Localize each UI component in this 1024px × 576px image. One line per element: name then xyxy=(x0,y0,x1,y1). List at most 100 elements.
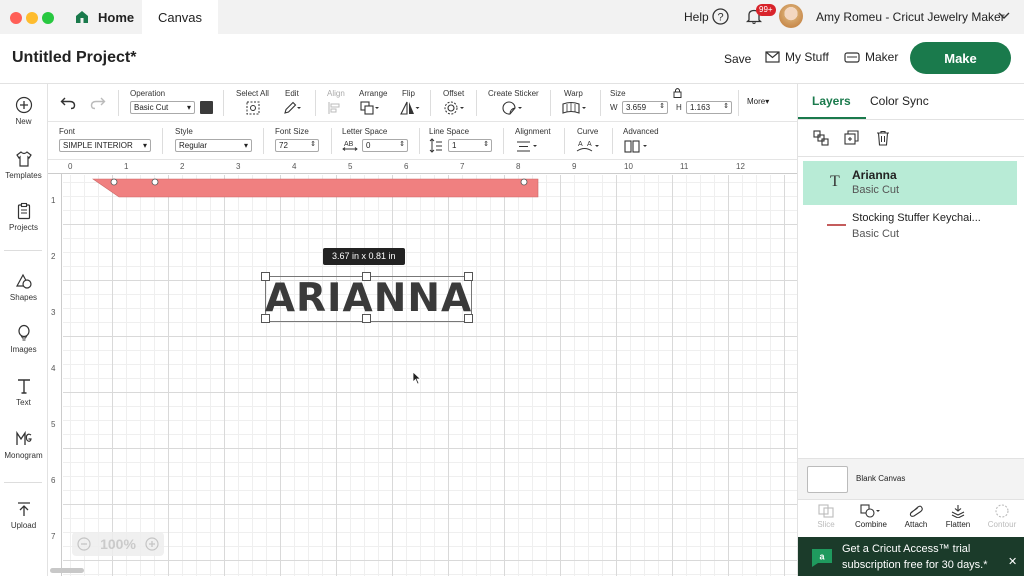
sidebar-item-label: Monogram xyxy=(4,451,43,460)
toolbar-divider xyxy=(162,128,163,154)
toolbar-divider xyxy=(118,90,119,116)
resize-handle[interactable] xyxy=(362,314,371,323)
ruler-number: 0 xyxy=(68,162,73,171)
design-canvas[interactable]: 0 1 2 3 4 5 6 7 8 9 10 11 12 1 2 3 4 5 6… xyxy=(48,160,797,576)
chevron-down-icon[interactable] xyxy=(998,12,1010,20)
line-space-label: Line Space xyxy=(429,127,470,136)
zoom-out-icon[interactable] xyxy=(77,537,91,551)
sidebar-item-new[interactable]: New xyxy=(0,96,47,126)
stepper-icon[interactable]: ⇕ xyxy=(310,140,316,148)
sidebar-item-label: Upload xyxy=(10,521,37,530)
sidebar-item-text[interactable]: Text xyxy=(0,377,47,407)
tab-home[interactable]: Home xyxy=(74,0,140,34)
sidebar-item-upload[interactable]: Upload xyxy=(0,500,47,530)
sidebar-divider xyxy=(4,250,42,251)
tab-canvas[interactable]: Canvas xyxy=(142,0,218,34)
sidebar-item-label: Shapes xyxy=(9,293,38,302)
more-button[interactable]: More▾ xyxy=(747,97,769,106)
mail-icon xyxy=(765,51,780,63)
redo-icon[interactable] xyxy=(90,96,106,110)
sidebar-item-images[interactable]: Images xyxy=(0,324,47,354)
slice-button[interactable]: Slice xyxy=(812,504,840,529)
my-stuff-button[interactable]: My Stuff xyxy=(765,50,829,64)
ruler-number: 12 xyxy=(736,162,745,171)
select-all-icon[interactable] xyxy=(246,101,260,115)
font-select[interactable]: SIMPLE INTERIOR ▾ xyxy=(59,139,151,152)
undo-icon[interactable] xyxy=(60,96,76,110)
selection-box[interactable]: ARIANNA xyxy=(261,272,473,323)
contour-button[interactable]: Contour xyxy=(985,504,1019,529)
trash-icon[interactable] xyxy=(875,130,891,146)
clipboard-icon xyxy=(17,202,30,220)
project-title[interactable]: Untitled Project* xyxy=(12,49,136,67)
svg-text:A: A xyxy=(587,141,592,148)
sidebar-item-shapes[interactable]: Shapes xyxy=(0,272,47,302)
resize-handle[interactable] xyxy=(261,272,270,281)
horizontal-scrollbar[interactable] xyxy=(50,568,84,573)
help-link[interactable]: Help xyxy=(684,10,709,24)
letter-space-icon: AB xyxy=(342,141,358,151)
color-swatch[interactable] xyxy=(200,101,213,114)
operation-select[interactable]: Basic Cut ▾ xyxy=(130,101,195,114)
blank-canvas-row[interactable]: Blank Canvas xyxy=(798,458,1024,499)
width-input[interactable]: 3.659 ⇕ xyxy=(622,101,668,114)
height-input[interactable]: 1.163 ⇕ xyxy=(686,101,732,114)
toolbar-divider xyxy=(564,128,565,154)
resize-handle[interactable] xyxy=(261,314,270,323)
flatten-button[interactable]: Flatten xyxy=(942,504,974,529)
layer-item-arianna[interactable]: T Arianna Basic Cut xyxy=(803,161,1017,205)
pencil-icon[interactable] xyxy=(283,101,301,115)
canvas-grid[interactable] xyxy=(63,175,797,576)
tab-layers[interactable]: Layers xyxy=(812,94,851,108)
group-icon[interactable] xyxy=(813,130,829,146)
arrange-icon[interactable] xyxy=(360,101,380,115)
layer-item-keychain[interactable]: Stocking Stuffer Keychai... Basic Cut xyxy=(803,207,1017,251)
keychain-banner-shape[interactable] xyxy=(92,177,540,199)
cricut-access-banner[interactable]: a Get a Cricut Access™ trial subscriptio… xyxy=(798,537,1024,576)
advanced-label: Advanced xyxy=(623,127,659,136)
duplicate-icon[interactable] xyxy=(844,130,860,146)
stepper-icon[interactable]: ⇕ xyxy=(659,102,665,110)
sidebar-item-monogram[interactable]: Monogram xyxy=(0,430,47,460)
attach-button[interactable]: Attach xyxy=(901,504,931,529)
curve-icon[interactable]: A A xyxy=(576,139,602,153)
stepper-icon[interactable]: ⇕ xyxy=(483,140,489,148)
warp-icon[interactable] xyxy=(562,101,588,115)
sidebar-item-templates[interactable]: Templates xyxy=(0,150,47,180)
user-name[interactable]: Amy Romeu - Cricut Jewelry Maker xyxy=(816,10,1005,24)
letter-space-input[interactable]: 0 ⇕ xyxy=(362,139,408,152)
maximize-window-button[interactable] xyxy=(42,12,54,24)
tab-color-sync[interactable]: Color Sync xyxy=(870,94,929,108)
lock-icon[interactable] xyxy=(673,87,682,98)
combine-button[interactable]: Combine xyxy=(853,504,889,529)
avatar[interactable] xyxy=(779,4,803,28)
zoom-in-icon[interactable] xyxy=(145,537,159,551)
flip-icon[interactable] xyxy=(400,101,420,115)
close-window-button[interactable] xyxy=(10,12,22,24)
line-space-input[interactable]: 1 ⇕ xyxy=(448,139,492,152)
help-icon[interactable]: ? xyxy=(712,8,729,25)
advanced-icon[interactable] xyxy=(624,140,650,153)
font-size-label: Font Size xyxy=(275,127,309,136)
stepper-icon[interactable]: ⇕ xyxy=(399,140,405,148)
canvas-color-swatch[interactable] xyxy=(807,466,848,493)
text-align-icon[interactable] xyxy=(516,140,540,153)
ruler-number: 9 xyxy=(572,162,577,171)
stepper-icon[interactable]: ⇕ xyxy=(723,102,729,110)
close-icon[interactable]: ✕ xyxy=(1008,555,1017,568)
resize-handle[interactable] xyxy=(464,314,473,323)
save-button[interactable]: Save xyxy=(724,52,751,66)
align-icon[interactable] xyxy=(328,101,346,115)
sidebar-item-projects[interactable]: Projects xyxy=(0,202,47,232)
font-size-input[interactable]: 72 ⇕ xyxy=(275,139,319,152)
machine-button[interactable]: Maker xyxy=(844,50,898,64)
make-button[interactable]: Make xyxy=(910,42,1011,74)
offset-icon[interactable] xyxy=(444,101,466,115)
resize-handle[interactable] xyxy=(362,272,371,281)
style-select[interactable]: Regular ▾ xyxy=(175,139,252,152)
svg-text:A: A xyxy=(578,141,583,148)
minimize-window-button[interactable] xyxy=(26,12,38,24)
sticker-icon[interactable] xyxy=(502,101,524,115)
resize-handle[interactable] xyxy=(464,272,473,281)
size-label: Size xyxy=(610,89,626,98)
